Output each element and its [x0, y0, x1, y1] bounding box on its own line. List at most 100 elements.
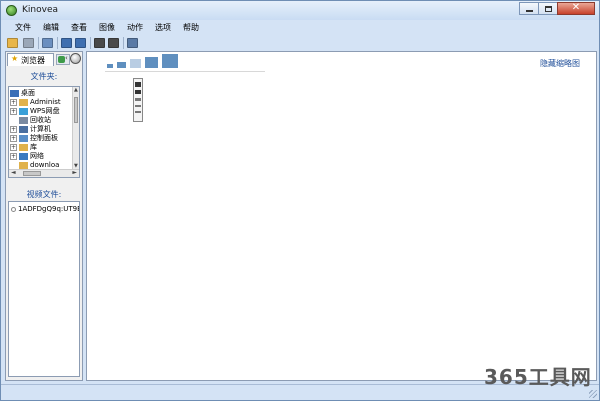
- mini-widget-mark: [135, 90, 141, 94]
- file-name: 1ADFDgQ9q:UT9Bn: [18, 205, 80, 213]
- dual-view-button[interactable]: [60, 37, 73, 49]
- thumbnail-size-option-5[interactable]: [162, 54, 178, 68]
- settings-button[interactable]: [126, 37, 139, 49]
- app-window: Kinovea ✕ 文件 编辑 查看 图像 动作 选项 帮助 ★ 浏览器 ‹ 文…: [0, 0, 600, 401]
- expand-icon[interactable]: +: [10, 99, 17, 106]
- folder-icon: [19, 99, 28, 106]
- tree-item-computer[interactable]: + 计算机: [9, 125, 75, 134]
- dual-horizontal-icon: [75, 38, 86, 48]
- scroll-left-icon[interactable]: ◄: [11, 169, 16, 176]
- thumbnail-size-option-2[interactable]: [117, 61, 126, 68]
- tree-item-network[interactable]: + 网络: [9, 152, 75, 161]
- dual-view-icon: [61, 38, 72, 48]
- folder-icon: [19, 162, 28, 169]
- tab-browser-label: 浏览器: [21, 56, 45, 65]
- open-folder-icon: [7, 38, 18, 48]
- mini-widget-mark: [135, 82, 141, 87]
- capture-dual-icon: [108, 38, 119, 48]
- toolbar-separator: [57, 37, 58, 49]
- minimize-button[interactable]: [519, 2, 539, 15]
- tree-item-library[interactable]: + 库: [9, 143, 75, 152]
- menu-file[interactable]: 文件: [9, 20, 37, 35]
- tree-item-recycle-bin[interactable]: 回收站: [9, 116, 75, 125]
- menu-help[interactable]: 帮助: [177, 20, 205, 35]
- tree-item-desktop[interactable]: 桌面: [9, 89, 75, 98]
- maximize-icon: [545, 6, 552, 12]
- settings-icon: [127, 38, 138, 48]
- panel-tabs: ★ 浏览器 ‹: [6, 52, 82, 66]
- tab-browser[interactable]: ★ 浏览器: [7, 53, 54, 66]
- video-file-list[interactable]: 1ADFDgQ9q:UT9Bn: [8, 201, 80, 377]
- save-button[interactable]: [22, 37, 35, 49]
- tree-item-label: 库: [30, 143, 37, 151]
- toolbar-separator: [38, 37, 39, 49]
- capture-button[interactable]: [93, 37, 106, 49]
- kinovea-logo-icon: [6, 5, 17, 16]
- single-view-icon: [42, 38, 53, 48]
- menu-options[interactable]: 选项: [149, 20, 177, 35]
- tree-item-control-panel[interactable]: + 控制面板: [9, 134, 75, 143]
- toolbar: [1, 35, 599, 51]
- hide-thumbnails-link[interactable]: 隐藏缩略图: [540, 58, 580, 69]
- tree-item-label: Administ: [30, 98, 61, 106]
- folders-label: 文件夹:: [30, 72, 58, 81]
- expand-icon[interactable]: +: [10, 153, 17, 160]
- mini-widget-mark: [135, 105, 141, 107]
- menu-edit[interactable]: 编辑: [37, 20, 65, 35]
- minimize-icon: [526, 10, 533, 12]
- scroll-right-icon[interactable]: ►: [72, 169, 77, 176]
- menu-motion[interactable]: 动作: [121, 20, 149, 35]
- tree-item-administrator[interactable]: + Administ: [9, 98, 75, 107]
- star-icon: ★: [11, 54, 19, 63]
- folder-icon: [19, 108, 28, 115]
- thumbnail-size-option-4[interactable]: [144, 56, 158, 68]
- folder-icon: [10, 90, 19, 97]
- close-button[interactable]: ✕: [557, 2, 595, 15]
- maximize-button[interactable]: [538, 2, 558, 15]
- tree-item-label: 网络: [30, 152, 44, 160]
- tree-item-wps[interactable]: + WPS网盘: [9, 107, 75, 116]
- thumbnail-size-option-3[interactable]: [129, 59, 141, 68]
- folder-icon: [19, 117, 28, 124]
- tab-camera[interactable]: [70, 53, 81, 64]
- file-bullet-icon: [11, 206, 16, 212]
- single-view-button[interactable]: [41, 37, 54, 49]
- menu-view[interactable]: 查看: [65, 20, 93, 35]
- tab-shortcuts[interactable]: ‹: [56, 54, 70, 65]
- dual-horizontal-button[interactable]: [74, 37, 87, 49]
- expand-icon[interactable]: +: [10, 144, 17, 151]
- capture-icon: [94, 38, 105, 48]
- tree-item-label: 回收站: [30, 116, 51, 124]
- menu-bar: 文件 编辑 查看 图像 动作 选项 帮助: [1, 20, 599, 35]
- save-icon: [23, 38, 34, 48]
- folder-tree[interactable]: 桌面 + Administ + WPS网盘 回收站 + 计算机 + 控制面板 + 库 + 网络 downlo…: [8, 86, 80, 178]
- folder-icon: [19, 144, 28, 151]
- folder-icon: [19, 153, 28, 160]
- mini-widget-mark: [135, 98, 141, 101]
- scroll-thumb[interactable]: [23, 171, 41, 176]
- left-panel: ★ 浏览器 ‹ 文件夹: 桌面 + Administ + WPS网盘 回收站 + 计算机 + 控制…: [5, 51, 83, 381]
- menu-image[interactable]: 图像: [93, 20, 121, 35]
- folder-icon: [19, 126, 28, 133]
- open-folder-button[interactable]: [6, 37, 19, 49]
- title-bar: Kinovea ✕: [1, 1, 599, 20]
- scroll-thumb[interactable]: [74, 97, 78, 123]
- mini-toolbar-widget[interactable]: [133, 78, 143, 122]
- tree-item-label: 计算机: [30, 125, 51, 133]
- tree-item-label: 桌面: [21, 89, 35, 97]
- tree-item-label: 控制面板: [30, 134, 58, 142]
- thumbnail-size-option-1[interactable]: [107, 64, 113, 68]
- chevron-left-icon: ‹: [65, 54, 68, 62]
- resize-grip-icon[interactable]: [589, 390, 597, 398]
- tree-horizontal-scrollbar[interactable]: ◄ ►: [9, 169, 79, 177]
- scroll-up-icon[interactable]: ▲: [74, 87, 78, 93]
- tree-vertical-scrollbar[interactable]: ▲ ▼: [72, 87, 79, 169]
- tree-item-label: WPS网盘: [30, 107, 60, 115]
- thumbnail-area: 隐藏缩略图: [86, 51, 597, 381]
- video-files-label: 视频文件:: [26, 190, 62, 199]
- capture-dual-button[interactable]: [107, 37, 120, 49]
- expand-icon[interactable]: +: [10, 126, 17, 133]
- expand-icon[interactable]: +: [10, 108, 17, 115]
- list-item[interactable]: 1ADFDgQ9q:UT9Bn: [11, 205, 80, 213]
- expand-icon[interactable]: +: [10, 135, 17, 142]
